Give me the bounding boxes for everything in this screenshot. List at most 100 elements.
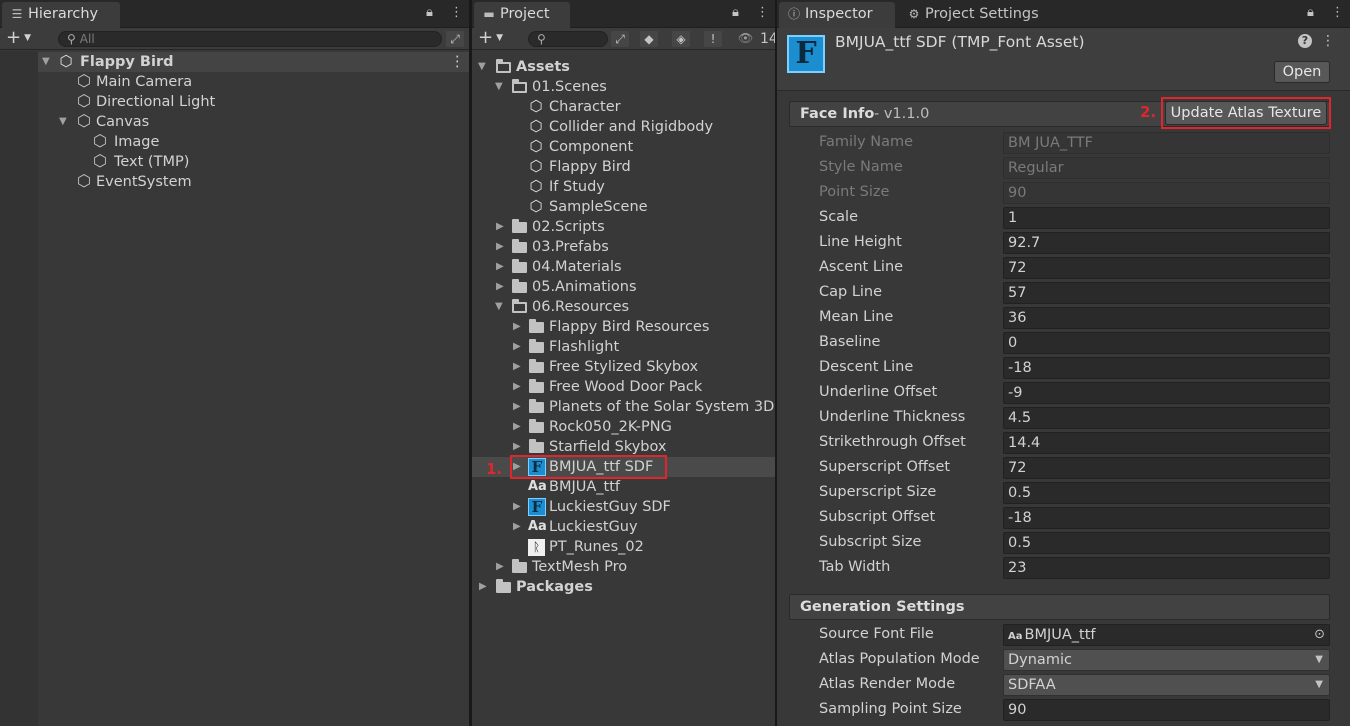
filter-type-icon[interactable]: ◆ xyxy=(640,31,658,47)
folder-row[interactable]: ▶ 04.Materials xyxy=(472,257,775,277)
scene-more-icon[interactable]: ⋮ xyxy=(450,52,465,72)
scene-asset-row[interactable]: ⬡ Flappy Bird xyxy=(472,157,775,177)
asset-row[interactable]: ▶ Aa LuckiestGuy xyxy=(472,517,775,537)
property-field[interactable]: 36 xyxy=(1003,307,1330,329)
asset-row[interactable]: ▶ F LuckiestGuy SDF xyxy=(472,497,775,517)
folder-row[interactable]: ▶ 03.Prefabs xyxy=(472,237,775,257)
property-field[interactable]: 72 xyxy=(1003,257,1330,279)
folder-row[interactable]: ▶ Rock050_2K-PNG xyxy=(472,417,775,437)
property-name: Cap Line xyxy=(819,284,883,300)
collapse-arrow-icon[interactable]: ▶ xyxy=(513,437,521,457)
expand-arrow-icon[interactable]: ▼ xyxy=(478,57,486,77)
hierarchy-search-input[interactable]: ⚲ All xyxy=(58,31,442,47)
create-button[interactable]: + ▼ xyxy=(478,29,503,47)
more-menu-icon[interactable]: ⋮ xyxy=(450,5,463,20)
collapse-arrow-icon[interactable]: ▶ xyxy=(513,397,521,417)
scene-asset-row[interactable]: ⬡ If Study xyxy=(472,177,775,197)
hierarchy-item[interactable]: ⬡ Main Camera xyxy=(0,72,469,92)
hierarchy-item[interactable]: ▼ ⬡ Canvas xyxy=(0,112,469,132)
assets-row[interactable]: ▼ Assets xyxy=(472,57,775,77)
search-mode-icon[interactable]: ⤢ xyxy=(611,31,629,47)
property-field[interactable]: 92.7 xyxy=(1003,232,1330,254)
source-font-field[interactable]: Aa BMJUA_ttf ⊙ xyxy=(1003,624,1330,646)
more-menu-icon[interactable]: ⋮ xyxy=(756,5,769,20)
folder-row[interactable]: ▼ 06.Resources xyxy=(472,297,775,317)
atlas-render-mode-dropdown[interactable]: SDFAA ▼ xyxy=(1003,674,1330,696)
collapse-arrow-icon[interactable]: ▶ xyxy=(496,277,504,297)
property-field[interactable]: 1 xyxy=(1003,207,1330,229)
property-field[interactable]: 14.4 xyxy=(1003,432,1330,454)
property-field[interactable]: 72 xyxy=(1003,457,1330,479)
asset-row[interactable]: Aa BMJUA_ttf xyxy=(472,477,775,497)
tab-hierarchy[interactable]: ☰ Hierarchy xyxy=(2,2,120,28)
project-search-input[interactable]: ⚲ xyxy=(528,31,608,47)
folder-row[interactable]: ▶ Flashlight xyxy=(472,337,775,357)
folder-row[interactable]: ▶ Free Wood Door Pack xyxy=(472,377,775,397)
property-field[interactable]: -18 xyxy=(1003,357,1330,379)
scene-asset-row[interactable]: ⬡ Character xyxy=(472,97,775,117)
lock-icon[interactable]: 🔒︎ xyxy=(732,5,739,20)
generation-settings-header[interactable]: Generation Settings xyxy=(789,594,1330,620)
hierarchy-item[interactable]: ⬡ EventSystem xyxy=(0,172,469,192)
folder-row[interactable]: ▶ Planets of the Solar System 3D xyxy=(472,397,775,417)
help-icon[interactable]: ? xyxy=(1298,34,1312,48)
folder-row[interactable]: ▼ 01.Scenes xyxy=(472,77,775,97)
folder-row[interactable]: ▶ 05.Animations xyxy=(472,277,775,297)
property-field[interactable]: 90 xyxy=(1003,699,1330,721)
collapse-arrow-icon[interactable]: ▶ xyxy=(513,377,521,397)
object-picker-icon[interactable]: ⊙ xyxy=(1314,625,1325,645)
property-field[interactable]: 23 xyxy=(1003,557,1330,579)
tab-project-settings[interactable]: ⚙ Project Settings xyxy=(899,2,1069,28)
folder-row[interactable]: ▶ Starfield Skybox xyxy=(472,437,775,457)
hierarchy-item[interactable]: ⬡ Image xyxy=(0,132,469,152)
collapse-arrow-icon[interactable]: ▶ xyxy=(496,237,504,257)
expand-arrow-icon[interactable]: ▼ xyxy=(42,52,50,72)
warning-icon[interactable]: ! xyxy=(704,31,722,47)
collapse-arrow-icon[interactable]: ▶ xyxy=(513,317,521,337)
collapse-arrow-icon[interactable]: ▶ xyxy=(496,557,504,577)
more-menu-icon[interactable]: ⋮ xyxy=(1331,5,1344,20)
scene-asset-row[interactable]: ⬡ SampleScene xyxy=(472,197,775,217)
open-button[interactable]: Open xyxy=(1274,61,1330,83)
scene-asset-row[interactable]: ⬡ Collider and Rigidbody xyxy=(472,117,775,137)
scene-asset-row[interactable]: ⬡ Component xyxy=(472,137,775,157)
collapse-arrow-icon[interactable]: ▶ xyxy=(496,217,504,237)
folder-row[interactable]: ▶ Flappy Bird Resources xyxy=(472,317,775,337)
property-field[interactable]: 4.5 xyxy=(1003,407,1330,429)
packages-row[interactable]: ▶ Packages xyxy=(472,577,775,597)
folder-row[interactable]: ▶ Free Stylized Skybox xyxy=(472,357,775,377)
property-field[interactable]: -18 xyxy=(1003,507,1330,529)
panel-divider[interactable] xyxy=(469,0,471,726)
tab-project[interactable]: ▬ Project xyxy=(474,2,570,28)
collapse-arrow-icon[interactable]: ▶ xyxy=(513,417,521,437)
hierarchy-item[interactable]: ⬡ Directional Light xyxy=(0,92,469,112)
property-field[interactable]: -9 xyxy=(1003,382,1330,404)
hierarchy-item[interactable]: ⬡ Text (TMP) xyxy=(0,152,469,172)
eye-icon[interactable]: 👁︎ xyxy=(738,31,753,45)
asset-row[interactable]: ᚱ PT_Runes_02 xyxy=(472,537,775,557)
property-field[interactable]: 0.5 xyxy=(1003,482,1330,504)
property-field[interactable]: 0.5 xyxy=(1003,532,1330,554)
tab-inspector[interactable]: ⓘ Inspector xyxy=(779,2,895,28)
collapse-arrow-icon[interactable]: ▶ xyxy=(513,497,521,517)
lock-icon[interactable]: 🔒︎ xyxy=(426,5,433,20)
expand-arrow-icon[interactable]: ▼ xyxy=(495,297,503,317)
create-button[interactable]: + ▼ xyxy=(6,29,31,47)
folder-row[interactable]: ▶ 02.Scripts xyxy=(472,217,775,237)
collapse-arrow-icon[interactable]: ▶ xyxy=(479,577,487,597)
collapse-arrow-icon[interactable]: ▶ xyxy=(496,257,504,277)
property-field[interactable]: 57 xyxy=(1003,282,1330,304)
search-mode-icon[interactable]: ⤢ xyxy=(446,31,464,47)
atlas-population-mode-dropdown[interactable]: Dynamic ▼ xyxy=(1003,649,1330,671)
property-field[interactable]: 0 xyxy=(1003,332,1330,354)
collapse-arrow-icon[interactable]: ▶ xyxy=(513,517,521,537)
expand-arrow-icon[interactable]: ▼ xyxy=(495,77,503,97)
lock-icon[interactable]: 🔒︎ xyxy=(1307,5,1314,20)
folder-row[interactable]: ▶ TextMesh Pro xyxy=(472,557,775,577)
filter-label-icon[interactable]: ◈ xyxy=(672,31,690,47)
component-menu-icon[interactable]: ⋮ xyxy=(1321,33,1335,49)
expand-arrow-icon[interactable]: ▼ xyxy=(59,112,67,132)
collapse-arrow-icon[interactable]: ▶ xyxy=(513,337,521,357)
collapse-arrow-icon[interactable]: ▶ xyxy=(513,357,521,377)
scene-row[interactable]: ▼ ⬡ Flappy Bird ⋮ xyxy=(0,52,469,72)
